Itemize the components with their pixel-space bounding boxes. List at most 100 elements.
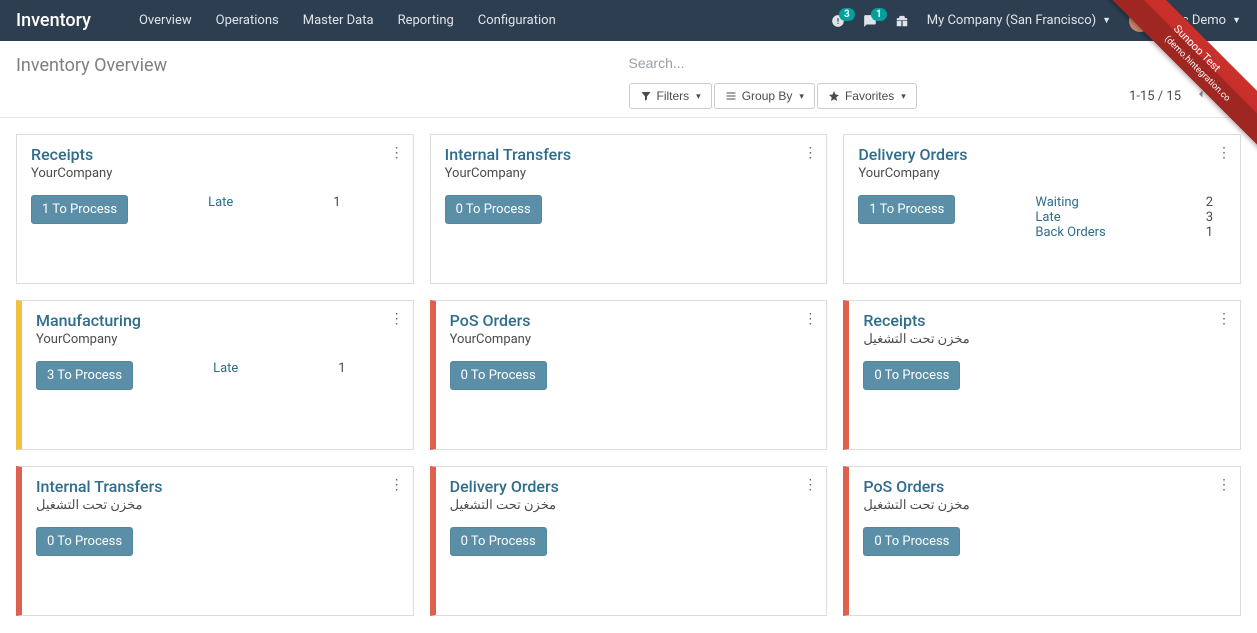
process-button[interactable]: 0 To Process <box>863 361 960 390</box>
stat-value: 1 <box>338 361 345 376</box>
kanban-card[interactable]: ⋮Receipts مخزن تحت التشغيل 0 To Process <box>843 300 1241 450</box>
filter-icon <box>640 90 652 102</box>
card-title[interactable]: Internal Transfers <box>445 145 813 164</box>
card-body: 0 To Process <box>863 361 1226 390</box>
card-subtitle: مخزن تحت التشغيل <box>863 498 1226 513</box>
nav-menu: Overview Operations Master Data Reportin… <box>139 13 556 28</box>
process-button[interactable]: 0 To Process <box>450 527 547 556</box>
nav-reporting[interactable]: Reporting <box>398 13 454 28</box>
kanban-card[interactable]: ⋮Internal Transfers YourCompany 0 To Proce… <box>430 134 828 284</box>
card-title[interactable]: PoS Orders <box>863 477 1226 496</box>
stat-value: 2 <box>1206 195 1213 210</box>
kanban-card[interactable]: ⋮Internal Transfersمخزن تحت التشغيل0 To … <box>16 466 414 616</box>
caret-down-icon: ▾ <box>696 91 701 102</box>
kanban-card[interactable]: ⋮Receipts YourCompany 1 To Process Late 1 <box>16 134 414 284</box>
pager: 1-15 / 15 <box>1129 86 1241 106</box>
card-title[interactable]: Delivery Orders <box>858 145 1226 164</box>
nav-operations[interactable]: Operations <box>216 13 279 28</box>
kanban-card[interactable]: ⋮PoS Orders YourCompany 0 To Process <box>430 300 828 450</box>
stat-row[interactable]: Late 1 <box>208 195 341 210</box>
control-panel: Inventory Overview Filters ▾ Group By ▾ … <box>0 41 1257 118</box>
list-icon <box>725 90 737 102</box>
process-button[interactable]: 1 To Process <box>31 195 128 224</box>
process-button[interactable]: 3 To Process <box>36 361 133 390</box>
card-menu-icon[interactable]: ⋮ <box>390 145 403 161</box>
nav-configuration[interactable]: Configuration <box>478 13 556 28</box>
card-stats: Waiting2Late 3 Back Orders 1 <box>1035 195 1213 240</box>
card-body: 0 To Process <box>450 361 813 390</box>
nav-master-data[interactable]: Master Data <box>303 13 374 28</box>
card-menu-icon[interactable]: ⋮ <box>1217 311 1230 327</box>
pager-text: 1-15 / 15 <box>1129 89 1181 104</box>
nav-overview[interactable]: Overview <box>139 13 192 28</box>
filters-button[interactable]: Filters ▾ <box>629 83 712 109</box>
stat-value: 3 <box>1206 210 1213 225</box>
card-body: 1 To Process Waiting2Late 3 Back Orders 1 <box>858 195 1226 240</box>
kanban-card[interactable]: ⋮Manufacturing YourCompany 3 To Process Lat… <box>16 300 414 450</box>
pager-prev[interactable] <box>1191 86 1211 106</box>
stat-row[interactable]: Late 1 <box>213 361 346 376</box>
card-menu-icon[interactable]: ⋮ <box>803 311 816 327</box>
process-button[interactable]: 0 To Process <box>863 527 960 556</box>
card-subtitle: YourCompany <box>31 166 399 181</box>
card-subtitle: مخزن تحت التشغيل <box>863 332 1226 347</box>
gift-icon[interactable] <box>895 14 909 28</box>
company-name: My Company (San Francisco) <box>927 13 1096 28</box>
groupby-label: Group By <box>742 89 793 103</box>
card-body: 0 To Process <box>36 527 399 556</box>
messaging-icon[interactable]: 1 <box>863 14 877 28</box>
pager-next[interactable] <box>1221 86 1241 106</box>
card-title[interactable]: Receipts <box>863 311 1226 330</box>
card-menu-icon[interactable]: ⋮ <box>1217 477 1230 493</box>
stat-value: 1 <box>1206 225 1213 240</box>
card-body: 0 To Process <box>445 195 813 224</box>
card-title[interactable]: Delivery Orders <box>450 477 813 496</box>
stat-label: Late <box>208 195 233 210</box>
stat-value: 1 <box>333 195 340 210</box>
card-subtitle: مخزن تحت التشغيل <box>450 498 813 513</box>
stat-label: Late <box>213 361 238 376</box>
navbar: Inventory Overview Operations Master Dat… <box>0 0 1257 41</box>
card-menu-icon[interactable]: ⋮ <box>1217 145 1230 161</box>
activity-icon[interactable]: 3 <box>831 14 845 28</box>
stat-row[interactable]: Late 3 <box>1035 210 1213 225</box>
card-subtitle: YourCompany <box>445 166 813 181</box>
process-button[interactable]: 0 To Process <box>445 195 542 224</box>
card-menu-icon[interactable]: ⋮ <box>803 477 816 493</box>
stat-row[interactable]: Waiting2 <box>1035 195 1213 210</box>
kanban-card[interactable]: ⋮PoS Orders مخزن تحت التشغيل 0 To Process <box>843 466 1241 616</box>
card-title[interactable]: Manufacturing <box>36 311 399 330</box>
kanban-card[interactable]: ⋮Delivery Orders مخزن تحت التشغيل 0 To Pro… <box>430 466 828 616</box>
card-title[interactable]: PoS Orders <box>450 311 813 330</box>
chevron-right-icon <box>1225 88 1237 100</box>
user-menu[interactable]: Marc Demo ▼ <box>1129 10 1241 32</box>
stat-row[interactable]: Back Orders 1 <box>1035 225 1213 240</box>
process-button[interactable]: 1 To Process <box>858 195 955 224</box>
caret-down-icon: ▾ <box>901 91 906 102</box>
process-button[interactable]: 0 To Process <box>450 361 547 390</box>
stat-label: Late <box>1035 210 1060 225</box>
groupby-button[interactable]: Group By ▾ <box>714 83 815 109</box>
favorites-button[interactable]: Favorites ▾ <box>817 83 917 109</box>
messaging-badge: 1 <box>871 8 887 21</box>
process-button[interactable]: 0 To Process <box>36 527 133 556</box>
card-title[interactable]: Receipts <box>31 145 399 164</box>
stat-label: Back Orders <box>1035 225 1105 240</box>
card-menu-icon[interactable]: ⋮ <box>390 477 403 493</box>
search-input[interactable] <box>629 51 1242 75</box>
card-menu-icon[interactable]: ⋮ <box>390 311 403 327</box>
card-menu-icon[interactable]: ⋮ <box>803 145 816 161</box>
card-title[interactable]: Internal Transfers <box>36 477 399 496</box>
card-stats: Late 1 <box>213 361 346 376</box>
card-subtitle: YourCompany <box>36 332 399 347</box>
company-switcher[interactable]: My Company (San Francisco) ▼ <box>927 13 1111 28</box>
chevron-left-icon <box>1195 88 1207 100</box>
filters-label: Filters <box>657 89 690 103</box>
activity-badge: 3 <box>839 8 855 21</box>
avatar <box>1129 10 1151 32</box>
app-brand[interactable]: Inventory <box>16 10 91 31</box>
card-body: 0 To Process <box>450 527 813 556</box>
card-subtitle: YourCompany <box>450 332 813 347</box>
page-title: Inventory Overview <box>16 51 629 76</box>
kanban-card[interactable]: ⋮Delivery OrdersYourCompany1 To ProcessW… <box>843 134 1241 284</box>
